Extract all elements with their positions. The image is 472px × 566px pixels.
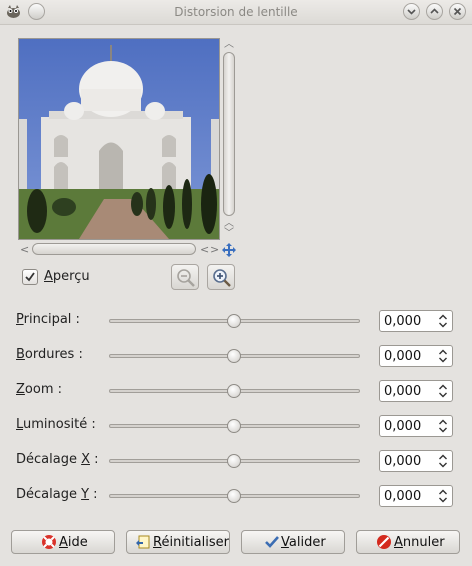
navigate-move-icon[interactable] [222, 243, 236, 257]
horizontal-scrollbar[interactable] [32, 243, 196, 255]
cancel-icon [377, 535, 391, 549]
ok-label: alider [288, 535, 326, 550]
preview-label-mnemonic: A [44, 269, 53, 284]
vertical-scrollbar[interactable] [223, 52, 235, 216]
minimize-button[interactable] [403, 3, 420, 20]
cancel-label: nnuler [402, 535, 445, 550]
reset-label: éinitialiser [161, 535, 229, 550]
reset-button[interactable]: Réinitialiser [126, 530, 230, 554]
param-value[interactable]: 0,000 [384, 454, 421, 469]
window-title: Distorsion de lentille [174, 5, 298, 19]
param-label: Zoom : [16, 382, 62, 397]
cancel-mnemonic: A [394, 535, 403, 550]
param-label-mnemonic: Z [16, 382, 25, 397]
zoom-in-button[interactable] [207, 264, 235, 290]
param-spinbox[interactable]: 0,000 [379, 345, 453, 367]
param-label-suffix: : [90, 452, 99, 467]
scroll-down-arrow[interactable]: ﹀ [224, 229, 234, 239]
chevron-down-icon [407, 9, 416, 15]
zoom-out-button[interactable] [171, 264, 199, 290]
taj-mahal-photo [19, 39, 219, 239]
param-value[interactable]: 0,000 [384, 349, 421, 364]
preview-label[interactable]: Aperçu [44, 269, 90, 284]
param-label-suffix: oom : [24, 382, 62, 397]
param-spinbox[interactable]: 0,000 [379, 485, 453, 507]
chevron-up-icon [430, 8, 439, 14]
spin-arrows-icon[interactable] [438, 453, 448, 469]
cancel-button[interactable]: Annuler [356, 530, 460, 554]
param-slider-knob[interactable] [227, 489, 241, 503]
param-label-mnemonic: B [16, 347, 25, 362]
help-mnemonic: A [59, 535, 68, 550]
param-label-mnemonic: X [81, 452, 90, 467]
ok-mnemonic: V [281, 535, 289, 550]
scroll-left-arrow-right[interactable]: < [200, 243, 209, 256]
param-spinbox[interactable]: 0,000 [379, 450, 453, 472]
preview-checkbox[interactable] [22, 269, 38, 285]
param-label-mnemonic: Y [81, 487, 90, 502]
param-slider-knob[interactable] [227, 419, 241, 433]
scroll-right-arrow[interactable]: > [210, 243, 219, 256]
param-label: Décalage Y : [16, 487, 98, 502]
zoom-out-icon [177, 269, 195, 287]
preview-image[interactable] [18, 38, 220, 240]
spin-arrows-icon[interactable] [438, 313, 448, 329]
zoom-in-icon [213, 269, 231, 287]
param-label: Luminosité : [16, 417, 96, 432]
checkmark-icon [25, 272, 35, 282]
param-label: Principal : [16, 312, 80, 327]
scroll-left-arrow[interactable]: < [20, 243, 29, 256]
param-label-prefix: Décalage [16, 487, 82, 502]
checkmark-icon [265, 536, 279, 548]
help-lifebuoy-icon [42, 535, 56, 549]
param-label-mnemonic: L [16, 417, 24, 432]
preview-label-rest: perçu [52, 269, 90, 284]
param-value[interactable]: 0,000 [384, 314, 421, 329]
reset-icon [136, 535, 150, 549]
close-icon [453, 7, 462, 16]
param-spinbox[interactable]: 0,000 [379, 380, 453, 402]
param-slider-knob[interactable] [227, 314, 241, 328]
param-value[interactable]: 0,000 [384, 419, 421, 434]
param-label-prefix: Décalage [16, 452, 82, 467]
param-label-suffix: ordures : [24, 347, 83, 362]
maximize-button[interactable] [426, 3, 443, 20]
title-bar[interactable]: Distorsion de lentille [0, 0, 472, 25]
param-label: Bordures : [16, 347, 83, 362]
param-slider-knob[interactable] [227, 384, 241, 398]
param-spinbox[interactable]: 0,000 [379, 415, 453, 437]
spin-arrows-icon[interactable] [438, 348, 448, 364]
param-spinbox[interactable]: 0,000 [379, 310, 453, 332]
param-label-suffix: rincipal : [23, 312, 80, 327]
param-slider-knob[interactable] [227, 349, 241, 363]
param-value[interactable]: 0,000 [384, 384, 421, 399]
close-button[interactable] [449, 3, 466, 20]
help-button[interactable]: Aide [11, 530, 115, 554]
param-label-suffix: : [89, 487, 98, 502]
spin-arrows-icon[interactable] [438, 418, 448, 434]
help-label: ide [67, 535, 88, 550]
ok-button[interactable]: Valider [241, 530, 345, 554]
param-label: Décalage X : [16, 452, 99, 467]
param-label-suffix: uminosité : [23, 417, 96, 432]
spin-arrows-icon[interactable] [438, 488, 448, 504]
param-slider-knob[interactable] [227, 454, 241, 468]
spin-arrows-icon[interactable] [438, 383, 448, 399]
param-value[interactable]: 0,000 [384, 489, 421, 504]
scroll-up-arrow[interactable]: ︿ [224, 40, 234, 50]
param-label-mnemonic: P [16, 312, 24, 327]
